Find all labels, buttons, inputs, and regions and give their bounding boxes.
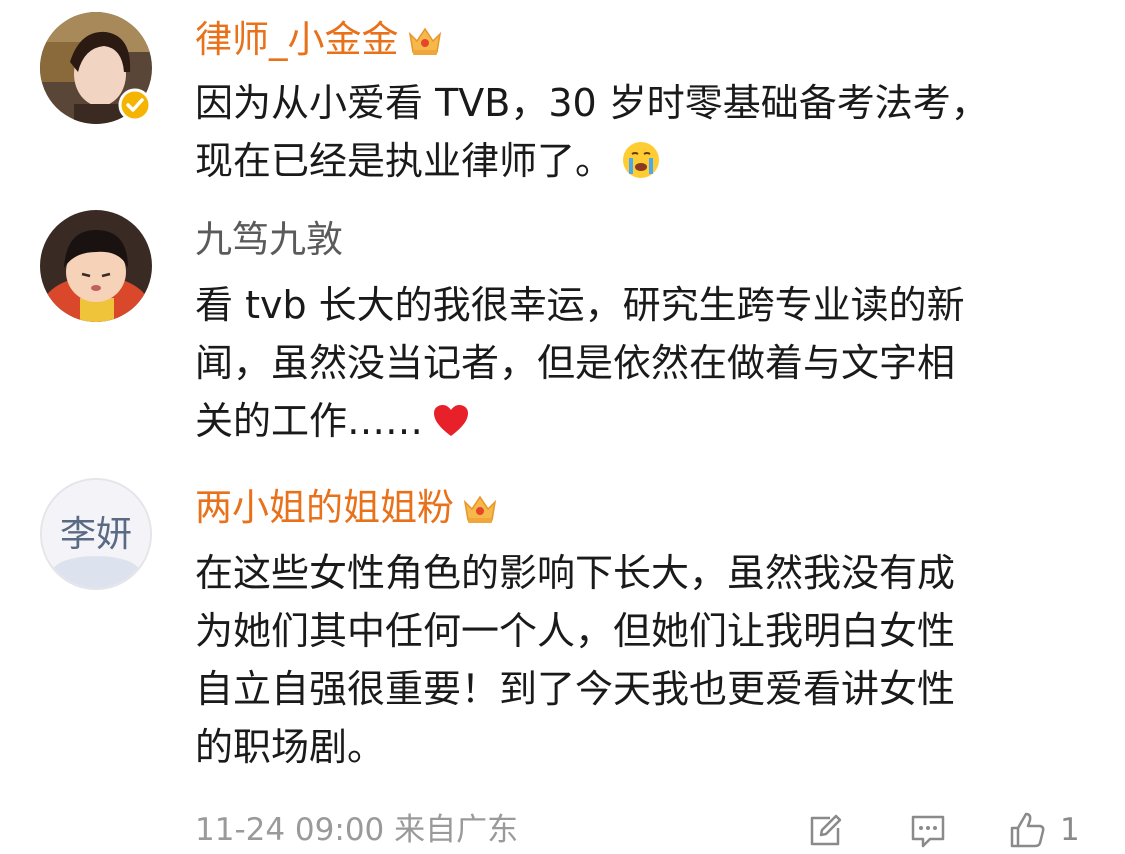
comment-line: 的职场剧。 — [195, 725, 386, 769]
comment-line: 现在已经是执业律师了。 — [195, 132, 1075, 190]
comment-text: 看 tvb 长大的我很幸运，研究生跨专业读的新 闻，虽然没当记者，但是依然在做着… — [195, 276, 1075, 450]
comment-text: 因为从小爱看 TVB，30 岁时零基础备考法考， 现在已经是执业律师了。 — [195, 74, 1075, 190]
comment-line: 关的工作…… — [195, 392, 1075, 450]
comment-line: 为她们其中任何一个人，但她们让我明白女性 — [195, 609, 956, 653]
share-icon — [810, 814, 842, 846]
avatar[interactable]: 李妍 — [40, 478, 152, 590]
red-heart-emoji-icon — [434, 405, 469, 436]
avatar-text: 李妍 — [60, 514, 132, 555]
crying-face-emoji-icon — [623, 142, 660, 178]
like-button[interactable]: 1 — [1006, 808, 1080, 852]
comment-line: 闻，虽然没当记者，但是依然在做着与文字相 — [195, 341, 956, 385]
comment-line: 因为从小爱看 TVB，30 岁时零基础备考法考， — [195, 81, 989, 125]
comment-username[interactable]: 九笃九敦 — [195, 218, 343, 262]
comment-footer: 11-24 09:00 来自广东 1 — [0, 806, 1125, 854]
comment-username[interactable]: 律师_小金金 — [195, 18, 443, 62]
comment-line: 在这些女性角色的影响下长大，虽然我没有成 — [195, 551, 956, 595]
thumbs-up-icon — [1010, 812, 1045, 848]
comment-text: 在这些女性角色的影响下长大，虽然我没有成 为她们其中任何一个人，但她们让我明白女… — [195, 544, 1075, 776]
comment-line: 看 tvb 长大的我很幸运，研究生跨专业读的新 — [195, 283, 965, 327]
verified-badge-icon — [118, 88, 152, 122]
timestamp: 11-24 09:00 来自广东 — [195, 812, 519, 848]
like-count: 1 — [1060, 812, 1080, 848]
crown-vip-icon — [463, 495, 497, 523]
comment-line: 自立自强很重要！到了今天我也更爱看讲女性 — [195, 667, 956, 711]
crown-vip-icon — [408, 27, 441, 55]
comment-button[interactable] — [908, 808, 948, 852]
comment-username[interactable]: 两小姐的姐姐粉 — [195, 486, 498, 530]
share-button[interactable] — [806, 808, 846, 852]
comment-icon — [911, 815, 945, 848]
avatar[interactable] — [40, 210, 152, 322]
